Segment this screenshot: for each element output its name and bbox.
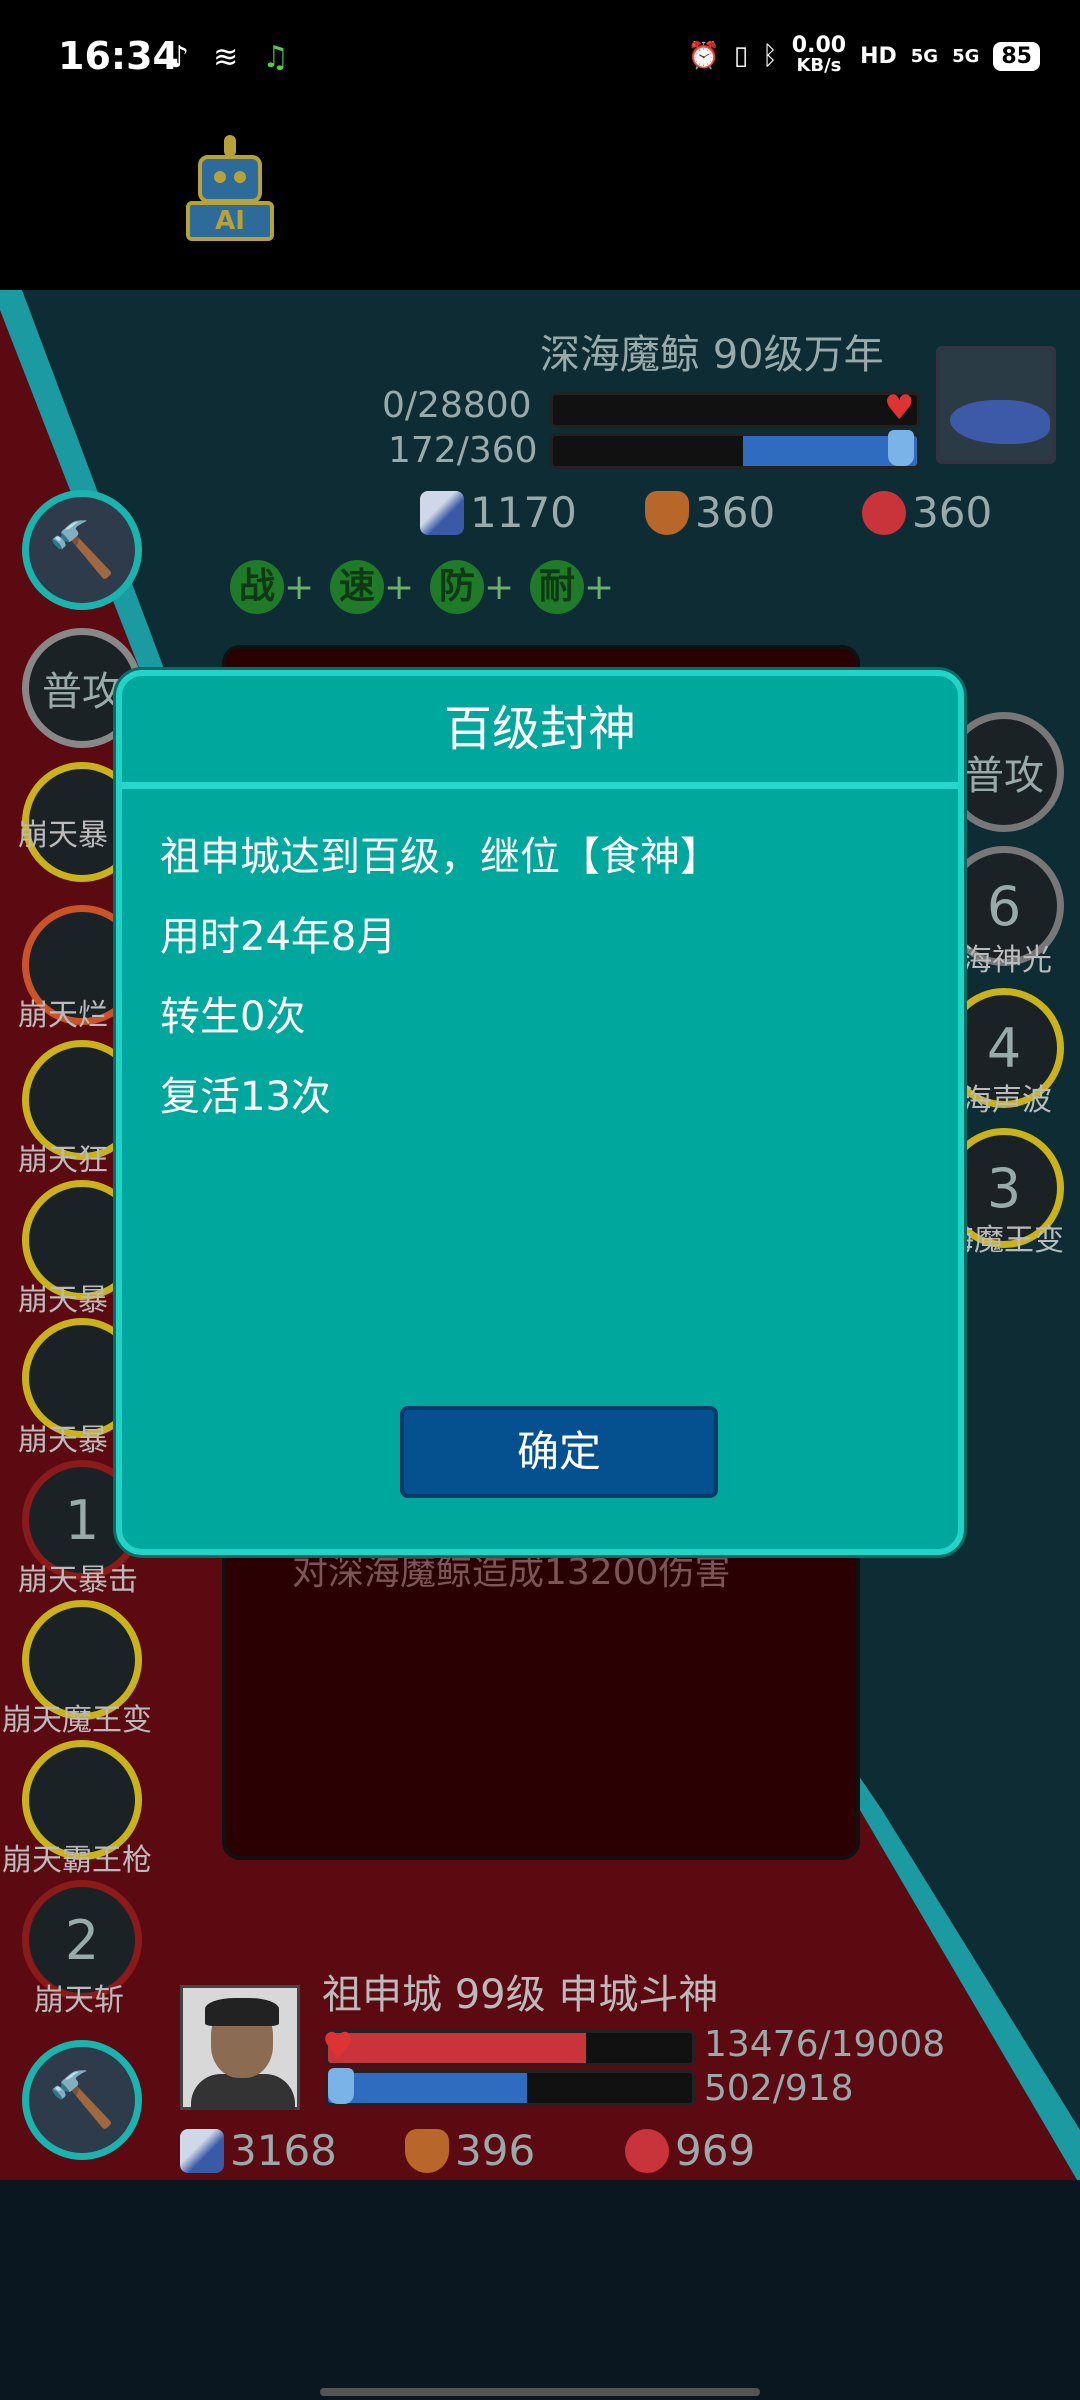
dialog-line-1: 祖申城达到百级，继位【食神】 (160, 834, 720, 880)
dialog-title: 百级封神 (443, 701, 636, 757)
level-100-dialog: 百级封神 祖申城达到百级，继位【食神】 用时24年8月 转生0次 复活13次 确… (116, 670, 964, 1555)
dialog-divider (122, 782, 958, 789)
dialog-line-4: 复活13次 (160, 1074, 331, 1120)
dialog-line-2: 用时24年8月 (160, 914, 397, 960)
confirm-button[interactable]: 确定 (400, 1406, 718, 1498)
dialog-line-3: 转生0次 (160, 994, 306, 1040)
